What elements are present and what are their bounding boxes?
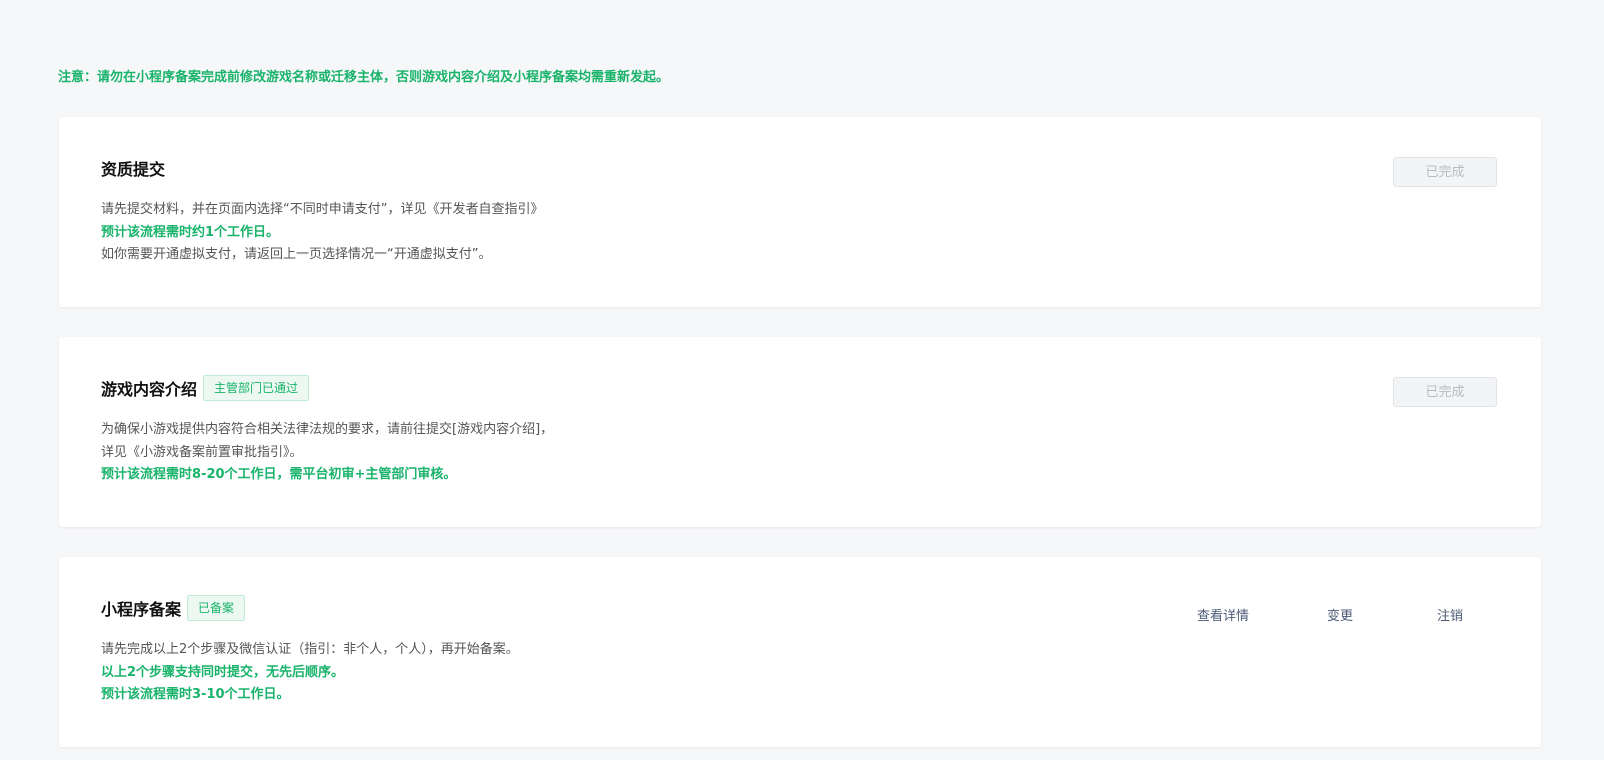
game-content-card: 游戏内容介绍 主管部门已通过 为确保小游戏提供内容符合相关法律法规的要求，请前往…: [59, 337, 1541, 527]
desc-line: 为确保小游戏提供内容符合相关法律法规的要求，请前往提交[游戏内容介绍]，: [101, 422, 554, 437]
status-badge: 主管部门已通过: [203, 375, 310, 401]
desc-line: 请先完成以上2个步骤及微信认证（指引：非个人，个人），再开始备案。: [101, 642, 519, 657]
card-title: 游戏内容介绍: [101, 380, 198, 399]
miniprogram-filing-card: 小程序备案 已备案 请先完成以上2个步骤及微信认证（指引：非个人，个人），再开始…: [59, 557, 1541, 747]
desc-line-estimate: 预计该流程需时约1个工作日。: [101, 224, 280, 240]
card-title-row: 小程序备案 已备案: [101, 595, 246, 621]
desc-line: 详见《小游戏备案前置审批指引》。: [101, 444, 303, 460]
desc-line-order: 以上2个步骤支持同时提交，无先后顺序。: [101, 664, 345, 680]
completed-button[interactable]: 已完成: [1393, 157, 1497, 187]
status-badge: 已备案: [187, 595, 246, 621]
view-details-link[interactable]: 查看详情: [1197, 605, 1249, 624]
card-title: 资质提交: [101, 160, 166, 179]
card-title-row: 游戏内容介绍 主管部门已通过: [101, 375, 310, 401]
card-description: 请先提交材料，并在页面内选择“不同时申请支付”，详见《开发者自查指引》 预计该流…: [101, 199, 543, 267]
change-link[interactable]: 变更: [1327, 605, 1353, 624]
desc-line-estimate: 预计该流程需时8-20个工作日，需平台初审+主管部门审核。: [101, 467, 457, 482]
desc-line-estimate: 预计该流程需时3-10个工作日。: [101, 687, 290, 702]
action-links: 查看详情 变更 注销: [1197, 605, 1517, 625]
card-description: 请先完成以上2个步骤及微信认证（指引：非个人，个人），再开始备案。 以上2个步骤…: [101, 639, 519, 707]
card-title-row: 资质提交: [101, 155, 165, 181]
desc-line: 如你需要开通虚拟支付，请返回上一页选择情况一“开通虚拟支付”。: [101, 247, 492, 262]
qualification-card: 资质提交 请先提交材料，并在页面内选择“不同时申请支付”，详见《开发者自查指引》…: [59, 117, 1541, 307]
notice-text: 注意：请勿在小程序备案完成前修改游戏名称或迁移主体，否则游戏内容介绍及小程序备案…: [58, 70, 670, 85]
completed-button[interactable]: 已完成: [1393, 377, 1497, 407]
card-description: 为确保小游戏提供内容符合相关法律法规的要求，请前往提交[游戏内容介绍]， 详见《…: [101, 419, 553, 487]
desc-line: 请先提交材料，并在页面内选择“不同时申请支付”，详见《开发者自查指引》: [101, 202, 544, 217]
cancel-filing-link[interactable]: 注销: [1437, 605, 1463, 624]
card-title: 小程序备案: [101, 600, 182, 619]
